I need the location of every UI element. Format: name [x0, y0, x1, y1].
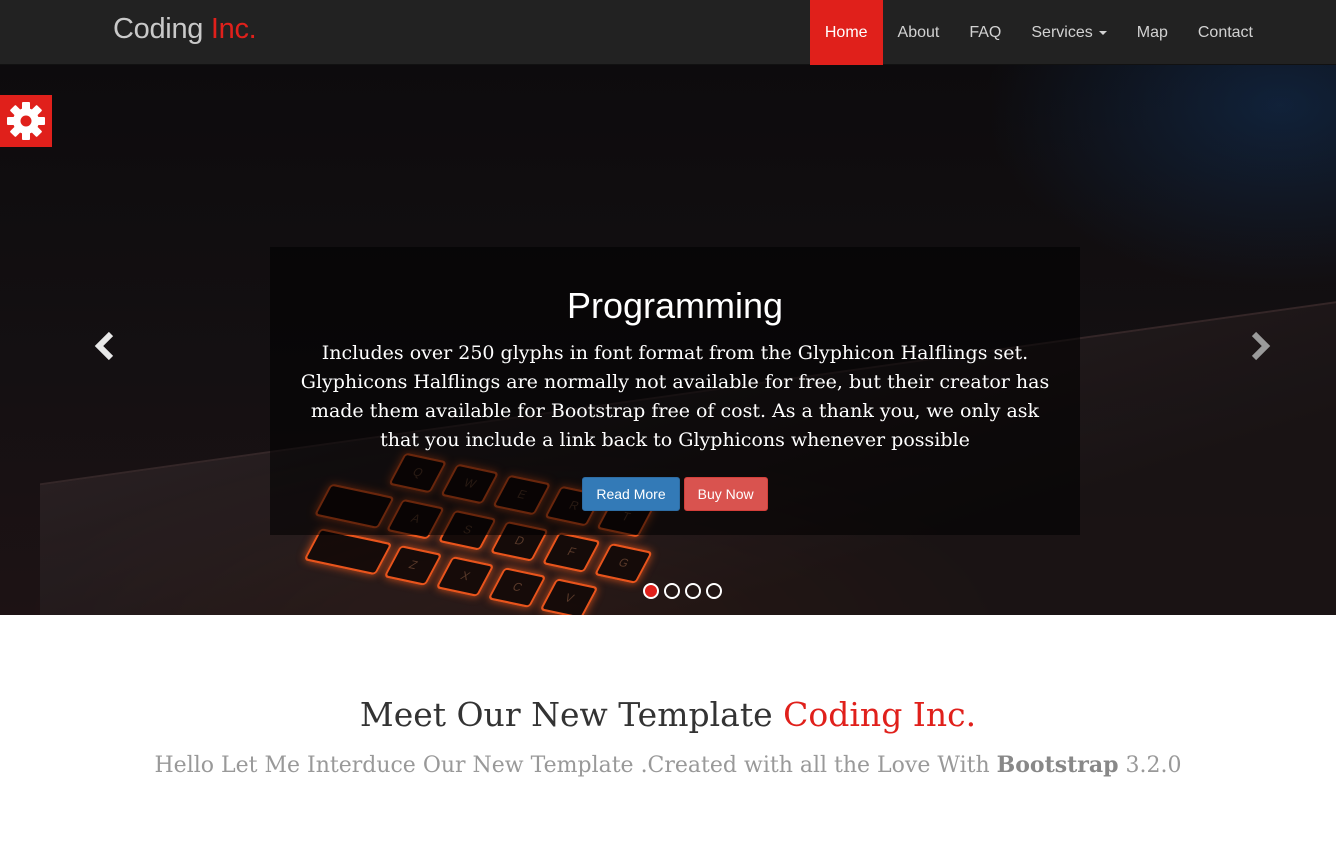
nav-faq[interactable]: FAQ [954, 0, 1016, 65]
brand-accent: Inc. [210, 13, 257, 45]
chevron-left-icon [94, 331, 114, 361]
nav-home-label: Home [824, 23, 868, 41]
read-more-button[interactable]: Read More [582, 477, 680, 511]
chevron-right-icon [1251, 331, 1271, 361]
nav-faq-label: FAQ [969, 23, 1002, 41]
settings-gear-button[interactable] [0, 95, 52, 147]
slide-buttons: Read More Buy Now [270, 477, 1080, 511]
slide-title: Programming [566, 285, 784, 326]
buy-now-button[interactable]: Buy Now [683, 477, 768, 511]
carousel-indicator-4[interactable] [706, 583, 722, 599]
gear-icon [7, 102, 45, 140]
nav-map-label: Map [1136, 23, 1168, 41]
nav-map[interactable]: Map [1122, 0, 1183, 65]
carousel-indicator-2[interactable] [664, 583, 680, 599]
nav-about-label: About [897, 23, 940, 41]
intro-subtitle-version: 3.2.0 [1125, 753, 1182, 778]
nav-home[interactable]: Home [809, 0, 883, 65]
caret-down-icon [1098, 30, 1107, 35]
intro-subtitle-text: Hello Let Me Interduce Our New Template … [154, 753, 990, 778]
nav-contact[interactable]: Contact [1183, 0, 1268, 65]
intro-subtitle-bold: Bootstrap [996, 752, 1119, 778]
nav-services-dropdown[interactable]: Services [1016, 0, 1121, 65]
brand-logo[interactable]: Coding Inc. [113, 13, 257, 46]
nav-services-label: Services [1031, 23, 1093, 41]
intro-section: Meet Our New Template Coding Inc. Hello … [0, 615, 1336, 844]
carousel-indicator-1[interactable] [643, 583, 659, 599]
carousel-prev-button[interactable] [93, 330, 117, 362]
intro-heading-accent: Coding Inc. [783, 695, 977, 734]
main-nav: Home About FAQ Services Map Contact [809, 0, 1268, 65]
nav-about[interactable]: About [883, 0, 955, 65]
intro-heading-text: Meet Our New Template [359, 695, 773, 734]
carousel-caption: Programming Includes over 250 glyphs in … [270, 247, 1080, 535]
carousel-indicators [643, 583, 722, 599]
carousel-indicator-3[interactable] [685, 583, 701, 599]
carousel-next-button[interactable] [1248, 330, 1272, 362]
slide-description: Includes over 250 glyphs in font format … [300, 342, 1050, 451]
intro-subtitle: Hello Let Me Interduce Our New Template … [0, 752, 1336, 778]
brand-name: Coding [113, 13, 204, 45]
intro-heading: Meet Our New Template Coding Inc. [0, 695, 1336, 734]
nav-contact-label: Contact [1197, 23, 1253, 41]
top-navbar: Coding Inc. Home About FAQ Services Map … [0, 0, 1336, 65]
